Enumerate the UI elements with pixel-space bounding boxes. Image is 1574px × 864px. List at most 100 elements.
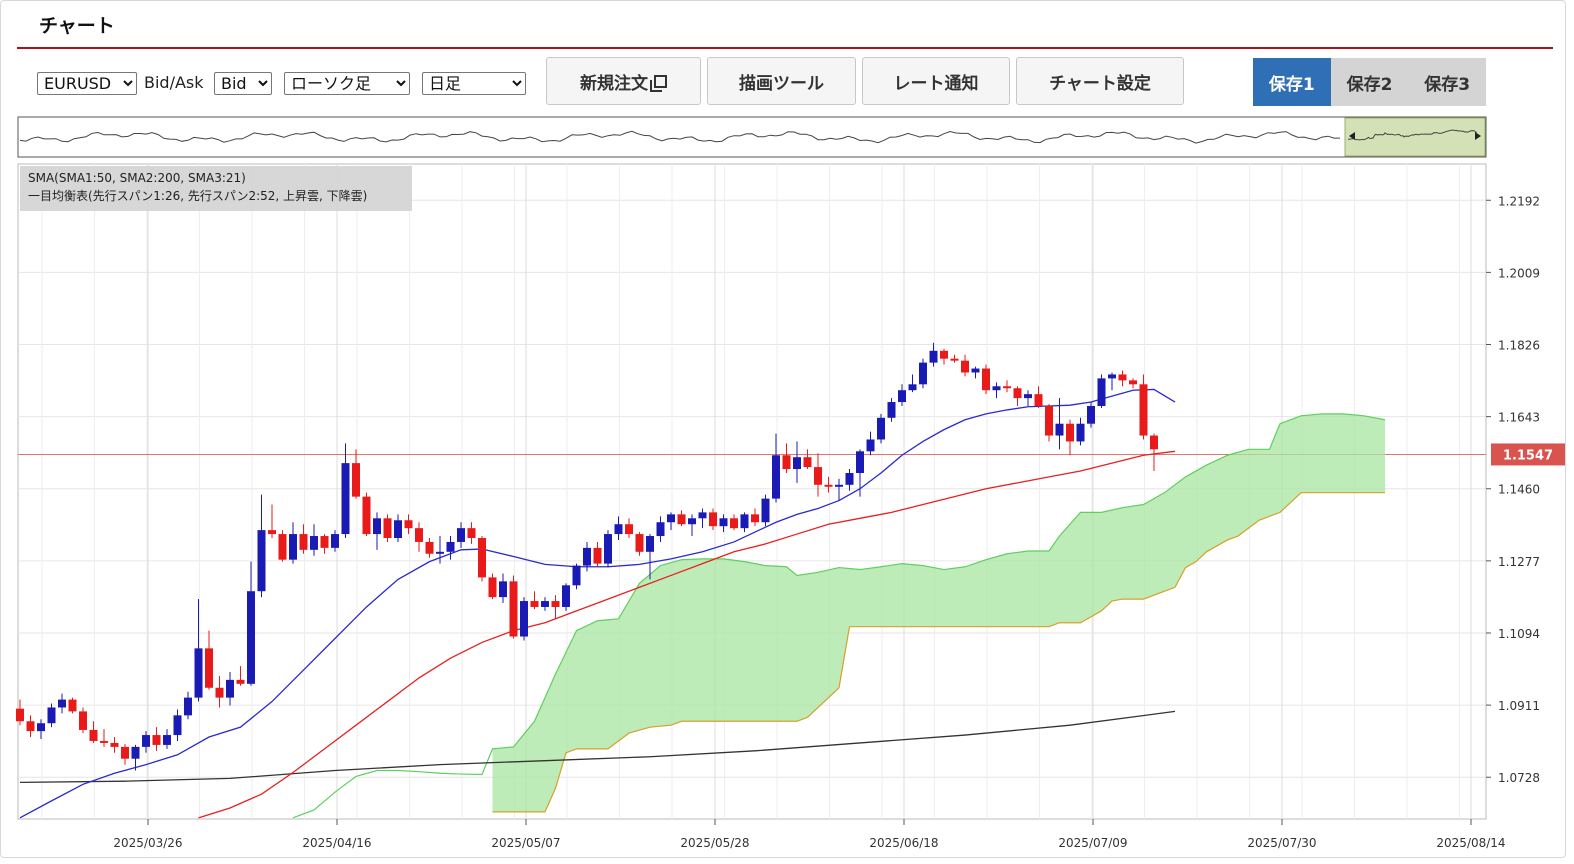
- candle-body: [425, 541, 434, 554]
- candle-body: [352, 463, 360, 497]
- date-tick-label: 2025/04/16: [302, 836, 371, 850]
- candle-body: [698, 512, 707, 519]
- candle-body: [1024, 394, 1032, 399]
- candle-body: [971, 368, 980, 373]
- price-tick-label: 1.2009: [1498, 266, 1540, 280]
- legend-ichimoku: 一目均衡表(先行スパン1:26, 先行スパン2:52, 上昇雲, 下降雲): [28, 189, 367, 203]
- candle-body: [478, 538, 486, 578]
- price-tick-label: 1.1277: [1498, 555, 1540, 569]
- candle-body: [740, 514, 749, 529]
- candle-body: [1034, 394, 1043, 406]
- candle-body: [583, 547, 591, 566]
- candle-body: [289, 534, 297, 560]
- candle-body: [383, 518, 392, 539]
- candle-body: [1097, 378, 1106, 406]
- candle-body: [467, 528, 476, 539]
- candle-body: [1087, 405, 1095, 424]
- candle-body: [719, 518, 728, 527]
- candle-body: [604, 534, 612, 564]
- candle-body: [782, 455, 791, 470]
- candle-body: [26, 721, 35, 732]
- candle-body: [278, 534, 287, 560]
- candle-body: [16, 708, 24, 722]
- candle-body: [898, 390, 906, 403]
- candle-body: [205, 648, 213, 688]
- price-tick-label: 1.1826: [1498, 338, 1540, 352]
- candle-body: [688, 518, 696, 525]
- candle-body: [373, 518, 381, 535]
- candle-body: [656, 522, 665, 537]
- candle-body: [793, 457, 801, 470]
- candle-body: [436, 551, 444, 554]
- date-tick-label: 2025/07/09: [1058, 836, 1127, 850]
- candle-body: [173, 715, 182, 736]
- candle-body: [919, 362, 927, 385]
- candle-body: [131, 746, 140, 759]
- candle-body: [142, 735, 150, 747]
- date-tick-label: 2025/07/30: [1247, 836, 1316, 850]
- candle-body: [247, 591, 255, 684]
- price-tick-label: 1.2192: [1498, 194, 1540, 208]
- candle-body: [362, 496, 371, 535]
- candle-body: [110, 742, 119, 747]
- candle-body: [1045, 405, 1053, 436]
- date-tick-label: 2025/05/28: [680, 836, 749, 850]
- candle-body: [667, 514, 675, 523]
- price-tick-label: 1.1643: [1498, 411, 1540, 425]
- candle-body: [677, 514, 686, 525]
- candle-body: [68, 699, 77, 712]
- candle-body: [1076, 423, 1085, 442]
- candle-body: [751, 514, 759, 523]
- indicator-legend: SMA(SMA1:50, SMA2:200, SMA3:21) 一目均衡表(先行…: [20, 166, 412, 211]
- candle-body: [394, 520, 402, 539]
- legend-sma: SMA(SMA1:50, SMA2:200, SMA3:21): [28, 171, 246, 185]
- candle-body: [635, 534, 644, 552]
- candle-body: [835, 484, 843, 487]
- candle-body: [1055, 423, 1064, 436]
- navigator-window[interactable]: [1344, 117, 1486, 157]
- candle-body: [446, 541, 455, 552]
- candle-body: [646, 536, 654, 552]
- candle-body: [184, 697, 192, 716]
- chart-panel: チャート EURUSD Bid/Ask Bid ローソク足 日足 新規注文 描画…: [0, 0, 1566, 858]
- candle-body: [530, 601, 539, 607]
- date-tick-label: 2025/03/26: [113, 836, 182, 850]
- candle-body: [982, 368, 990, 391]
- candle-body: [163, 735, 171, 745]
- candle-body: [866, 439, 875, 452]
- candle-body: [1129, 380, 1137, 385]
- candle-body: [320, 536, 329, 548]
- candle-body: [761, 498, 770, 523]
- chart-svg[interactable]: 1.2192 1.2009 1.1826 1.1643 1.1460 1.1277 1.10…: [1, 1, 1567, 859]
- candle-body: [803, 457, 812, 468]
- candle-body: [457, 528, 465, 542]
- candle-body: [1066, 423, 1074, 442]
- candle-body: [331, 534, 339, 548]
- candle-body: [856, 451, 864, 473]
- candle-body: [562, 585, 570, 607]
- candle-body: [572, 565, 581, 586]
- date-tick-label: 2025/05/07: [491, 836, 560, 850]
- date-tick-label: 2025/06/18: [869, 836, 938, 850]
- candle-body: [37, 723, 45, 732]
- candle-body: [152, 735, 161, 745]
- candle-body: [1108, 374, 1116, 379]
- candle-body: [625, 524, 633, 535]
- candle-body: [520, 601, 528, 637]
- candle-body: [1013, 388, 1022, 399]
- candle-body: [404, 520, 413, 529]
- candle-body: [908, 384, 917, 391]
- candle-body: [845, 472, 854, 485]
- candle-body: [961, 360, 969, 373]
- candle-body: [940, 350, 948, 359]
- candle-body: [215, 687, 224, 698]
- candle-body: [299, 534, 308, 550]
- candle-body: [268, 530, 276, 535]
- candle-body: [824, 484, 833, 487]
- candle-body: [1139, 384, 1148, 436]
- candle-body: [79, 711, 87, 730]
- candle-body: [89, 729, 98, 741]
- candle-body: [310, 536, 318, 550]
- navigator[interactable]: [17, 116, 1487, 158]
- candle-body: [709, 512, 717, 527]
